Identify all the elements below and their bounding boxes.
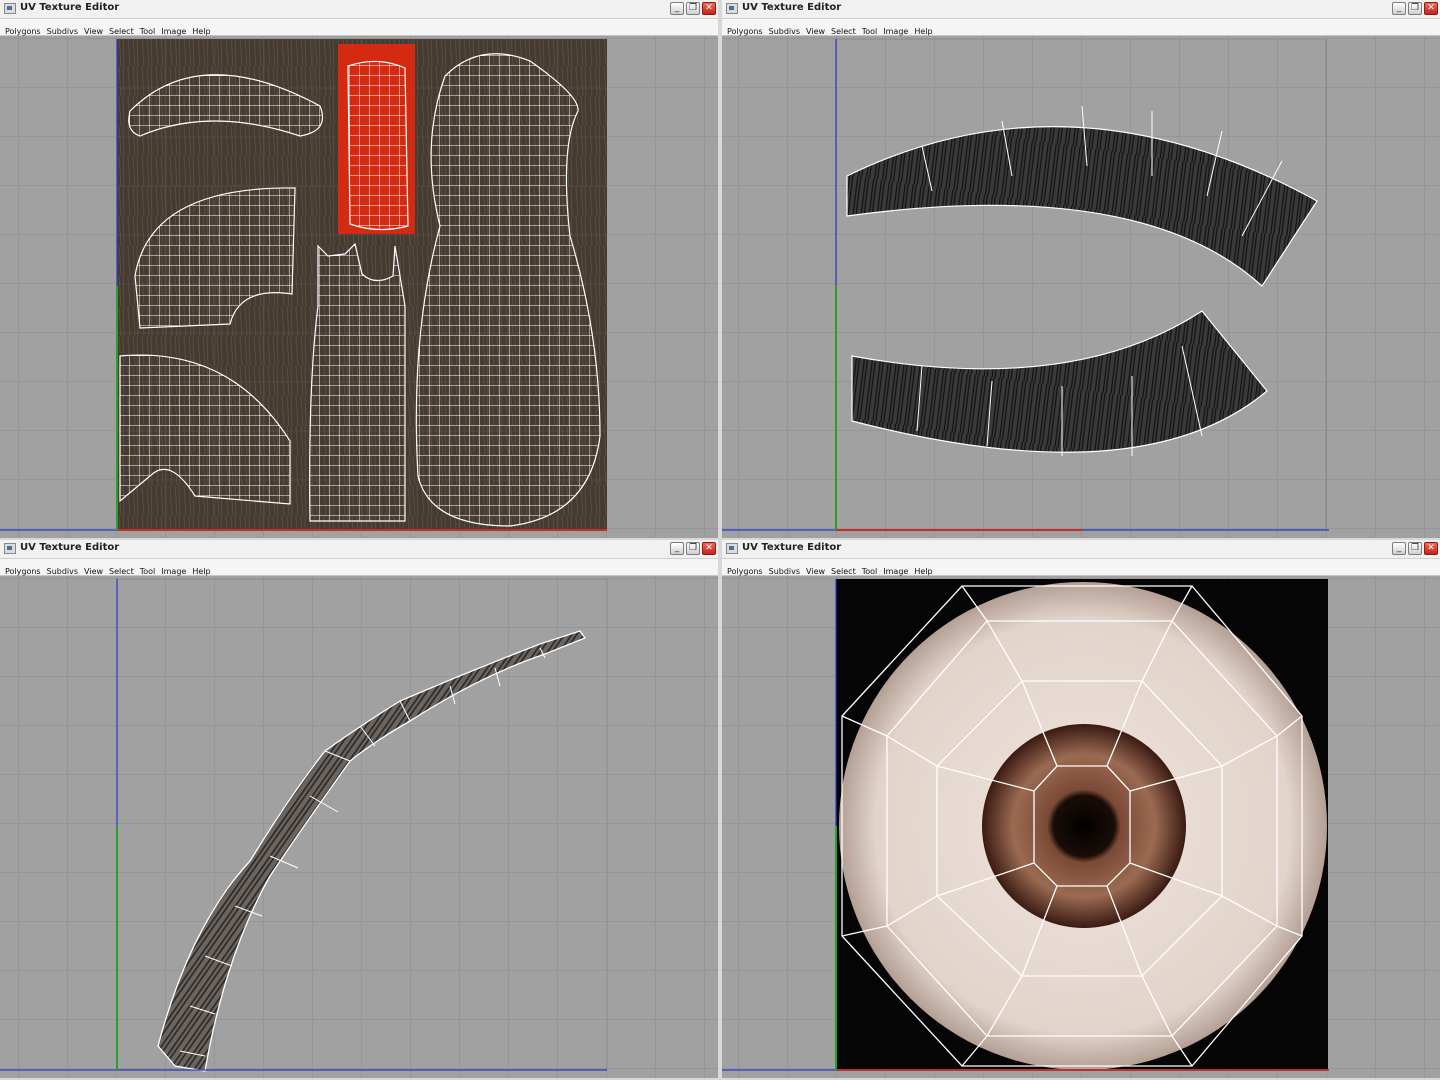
menu-tool[interactable]: Tool [859,23,881,36]
menu-subdivs[interactable]: Subdivs [44,23,81,36]
menu-bar: Polygons Subdivs View Select Tool Image Help [722,19,1440,36]
menu-help[interactable]: Help [911,563,935,576]
uv-grid [722,36,1440,538]
menu-polygons[interactable]: Polygons [722,563,766,576]
uv-editor-window-icon [4,543,16,554]
iris [982,724,1186,928]
menu-polygons[interactable]: Polygons [722,23,766,36]
menu-image[interactable]: Image [880,23,911,36]
uv-editor-window-icon [726,3,738,14]
menu-select[interactable]: Select [828,563,859,576]
menu-select[interactable]: Select [106,563,137,576]
menu-image[interactable]: Image [880,563,911,576]
uv-viewport[interactable] [0,36,718,538]
window-title: UV Texture Editor [742,542,842,553]
window-title: UV Texture Editor [20,2,120,13]
maximize-button[interactable]: ❐ [686,2,700,15]
menu-tool[interactable]: Tool [137,23,159,36]
menu-bar: Polygons Subdivs View Select Tool Image Help [0,19,718,36]
minimize-button[interactable]: _ [670,2,684,15]
menu-view[interactable]: View [803,563,828,576]
close-button[interactable]: ✕ [702,542,716,555]
menu-bar: Polygons Subdivs View Select Tool Image Help [722,559,1440,576]
close-button[interactable]: ✕ [1424,542,1438,555]
menu-bar: Polygons Subdivs View Select Tool Image Help [0,559,718,576]
menu-polygons[interactable]: Polygons [0,563,44,576]
menu-view[interactable]: View [81,563,106,576]
uv-editor-window-body: UV Texture Editor _ ❐ ✕ Polygons Subdivs V… [0,0,718,538]
uv-editor-window-eye: UV Texture Editor _ ❐ ✕ Polygons Subdivs V… [722,540,1440,1078]
uv-shell-selected-mesh[interactable] [347,60,409,231]
menu-select[interactable]: Select [828,23,859,36]
window-title: UV Texture Editor [20,542,120,553]
uv-editor-window-lashes: UV Texture Editor _ ❐ ✕ Polygons Subdivs V… [722,0,1440,538]
uv-editor-window-brow: UV Texture Editor _ ❐ ✕ Polygons Subdivs V… [0,540,718,1078]
menu-tool[interactable]: Tool [859,563,881,576]
minimize-button[interactable]: _ [1392,542,1406,555]
minimize-button[interactable]: _ [1392,2,1406,15]
menu-view[interactable]: View [81,23,106,36]
maximize-button[interactable]: ❐ [686,542,700,555]
minimize-button[interactable]: _ [670,542,684,555]
menu-polygons[interactable]: Polygons [0,23,44,36]
title-bar[interactable]: UV Texture Editor _ ❐ ✕ [0,0,718,19]
maximize-button[interactable]: ❐ [1408,2,1422,15]
uv-editor-window-icon [726,543,738,554]
menu-view[interactable]: View [803,23,828,36]
uv-shell-leg[interactable] [309,242,406,522]
menu-tool[interactable]: Tool [137,563,159,576]
menu-subdivs[interactable]: Subdivs [766,23,803,36]
uv-viewport[interactable] [0,576,718,1078]
window-title: UV Texture Editor [742,2,842,13]
menu-subdivs[interactable]: Subdivs [44,563,81,576]
menu-select[interactable]: Select [106,23,137,36]
uv-editor-window-icon [4,3,16,14]
close-button[interactable]: ✕ [1424,2,1438,15]
menu-help[interactable]: Help [189,563,213,576]
title-bar[interactable]: UV Texture Editor _ ❐ ✕ [722,0,1440,19]
maximize-button[interactable]: ❐ [1408,542,1422,555]
menu-image[interactable]: Image [158,23,189,36]
menu-image[interactable]: Image [158,563,189,576]
uv-viewport[interactable] [722,36,1440,538]
uv-shell-torso[interactable] [415,53,601,527]
menu-help[interactable]: Help [911,23,935,36]
menu-subdivs[interactable]: Subdivs [766,563,803,576]
title-bar[interactable]: UV Texture Editor _ ❐ ✕ [722,540,1440,559]
title-bar[interactable]: UV Texture Editor _ ❐ ✕ [0,540,718,559]
uv-grid [0,576,718,1078]
uv-viewport[interactable] [722,576,1440,1078]
menu-help[interactable]: Help [189,23,213,36]
close-button[interactable]: ✕ [702,2,716,15]
